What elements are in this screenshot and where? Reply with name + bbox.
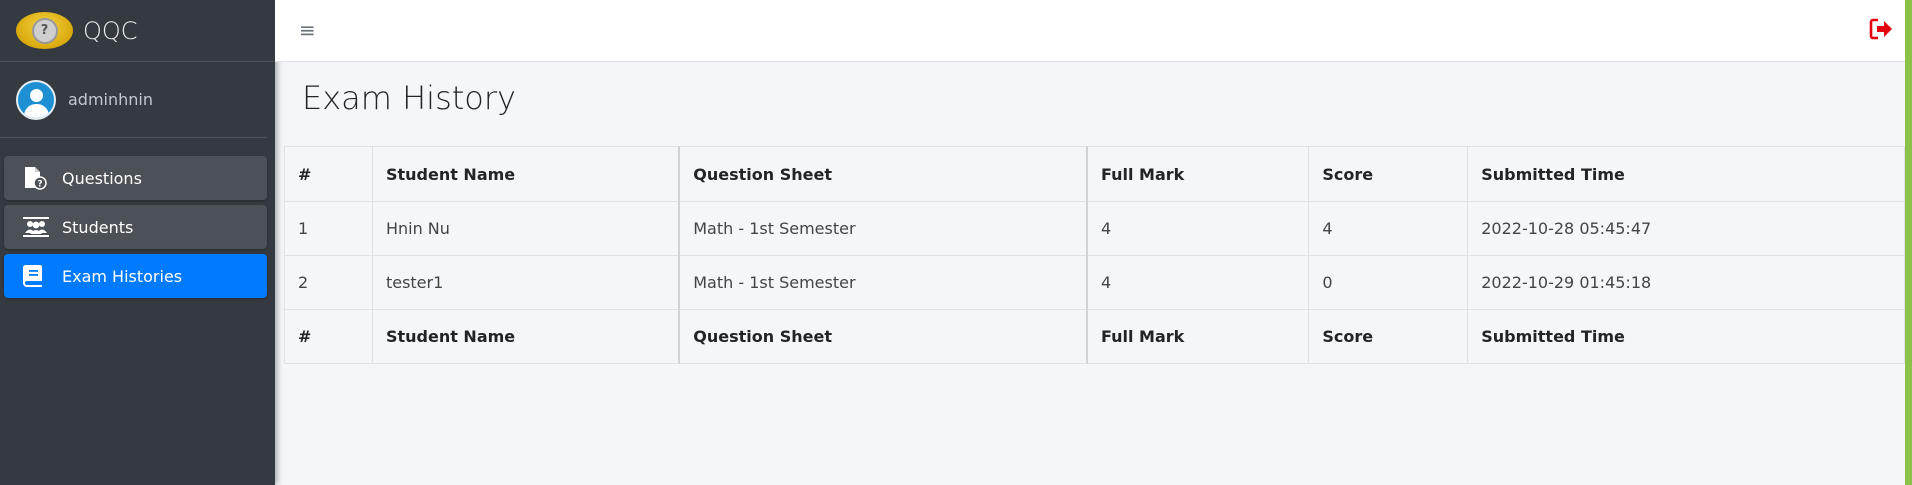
sidebar-item-students[interactable]: Students bbox=[4, 205, 267, 249]
page-title: Exam History bbox=[302, 79, 516, 117]
question-file-icon: ? bbox=[22, 166, 50, 190]
main-content: Exam History # Student Name Question She… bbox=[275, 62, 1905, 364]
sidebar-item-label: Exam Histories bbox=[62, 266, 183, 286]
window-edge bbox=[1905, 0, 1912, 485]
brand-logo-icon: ? bbox=[16, 12, 73, 49]
cell-score: 0 bbox=[1308, 255, 1469, 310]
column-header-question-sheet[interactable]: Question Sheet bbox=[678, 146, 1088, 202]
user-name[interactable]: adminhnin bbox=[68, 90, 153, 109]
avatar bbox=[16, 79, 56, 120]
students-icon bbox=[22, 215, 50, 239]
column-footer-index: # bbox=[284, 309, 373, 364]
svg-text:?: ? bbox=[37, 180, 42, 190]
column-header-index[interactable]: # bbox=[284, 146, 373, 202]
column-footer-submitted-time: Submitted Time bbox=[1467, 309, 1905, 364]
cell-index: 1 bbox=[284, 201, 373, 256]
table-row: 2 tester1 Math - 1st Semester 4 0 2022-1… bbox=[284, 255, 1905, 310]
menu-toggle-icon[interactable]: ≡ bbox=[299, 18, 316, 42]
column-header-student-name[interactable]: Student Name bbox=[371, 146, 681, 202]
cell-index: 2 bbox=[284, 255, 373, 310]
table-row: 1 Hnin Nu Math - 1st Semester 4 4 2022-1… bbox=[284, 201, 1905, 256]
column-footer-full-mark: Full Mark bbox=[1086, 309, 1310, 364]
user-panel[interactable]: adminhnin bbox=[0, 62, 267, 138]
sidebar-item-exam-histories[interactable]: Exam Histories bbox=[4, 254, 267, 298]
table-footer-row: # Student Name Question Sheet Full Mark … bbox=[284, 309, 1905, 364]
sidebar-nav: ? Questions Students Exam Histories bbox=[0, 138, 275, 298]
column-footer-student-name: Student Name bbox=[371, 309, 681, 364]
sidebar: ? QQC adminhnin ? Questions Students Exa… bbox=[0, 0, 275, 485]
column-header-full-mark[interactable]: Full Mark bbox=[1086, 146, 1310, 202]
cell-student-name: Hnin Nu bbox=[371, 201, 681, 256]
cell-submitted-time: 2022-10-28 05:45:47 bbox=[1467, 201, 1905, 256]
brand-link[interactable]: ? QQC bbox=[0, 0, 275, 62]
sidebar-item-questions[interactable]: ? Questions bbox=[4, 156, 267, 200]
table-header-row: # Student Name Question Sheet Full Mark … bbox=[284, 146, 1905, 202]
cell-full-mark: 4 bbox=[1086, 255, 1310, 310]
cell-score: 4 bbox=[1308, 201, 1469, 256]
top-navbar: ≡ bbox=[275, 0, 1905, 62]
cell-question-sheet: Math - 1st Semester bbox=[678, 255, 1088, 310]
column-header-score[interactable]: Score bbox=[1308, 146, 1469, 202]
brand-name: QQC bbox=[83, 16, 138, 45]
exam-history-table: # Student Name Question Sheet Full Mark … bbox=[284, 146, 1905, 364]
sidebar-item-label: Students bbox=[62, 217, 134, 237]
cell-question-sheet: Math - 1st Semester bbox=[678, 201, 1088, 256]
column-header-submitted-time[interactable]: Submitted Time bbox=[1467, 146, 1905, 202]
cell-submitted-time: 2022-10-29 01:45:18 bbox=[1467, 255, 1905, 310]
cell-full-mark: 4 bbox=[1086, 201, 1310, 256]
cell-student-name: tester1 bbox=[371, 255, 681, 310]
column-footer-question-sheet: Question Sheet bbox=[678, 309, 1088, 364]
logout-icon[interactable] bbox=[1869, 18, 1893, 44]
sidebar-item-label: Questions bbox=[62, 168, 142, 188]
book-icon bbox=[22, 264, 50, 288]
column-footer-score: Score bbox=[1308, 309, 1469, 364]
